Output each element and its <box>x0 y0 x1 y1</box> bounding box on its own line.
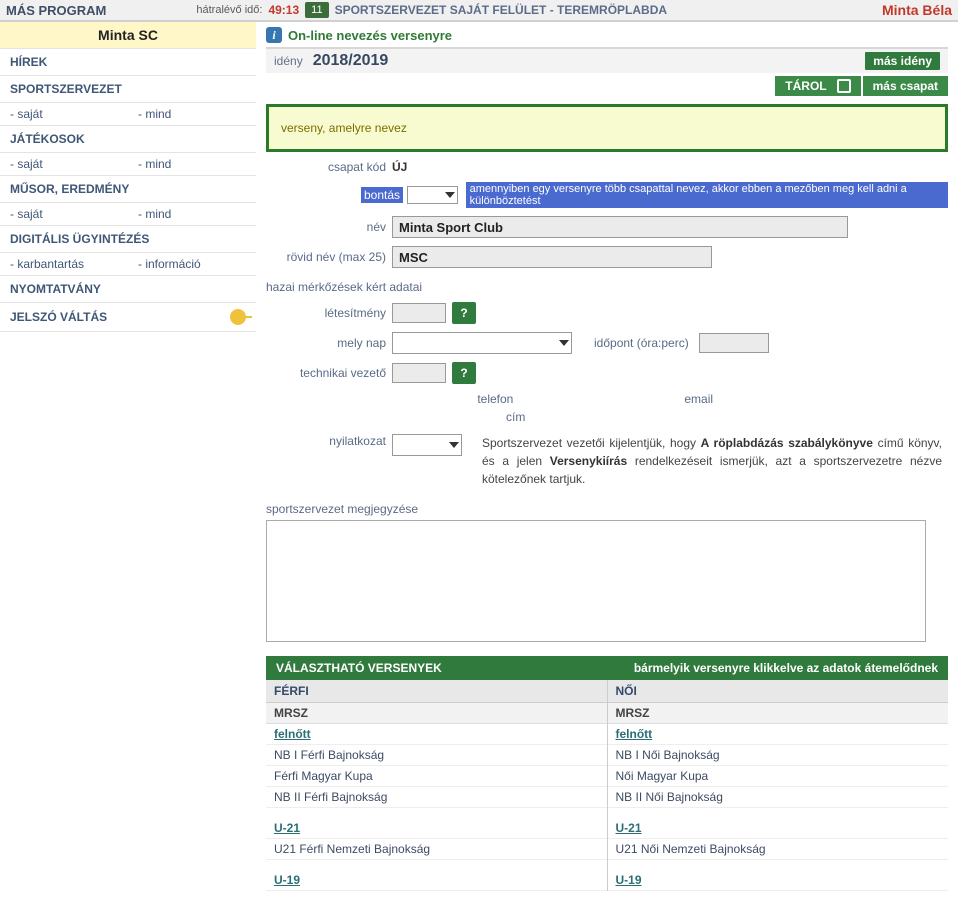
save-button[interactable]: TÁROL <box>775 76 860 96</box>
chevron-down-icon <box>445 192 455 198</box>
nav-players-all[interactable]: - mind <box>128 153 256 175</box>
nav-forms[interactable]: NYOMTATVÁNY <box>0 276 256 303</box>
info-icon: i <box>266 27 282 43</box>
male-adult-cat[interactable]: felnőtt <box>266 724 607 745</box>
more-season-button[interactable]: más idény <box>865 52 940 70</box>
female-org: MRSZ <box>608 703 949 724</box>
homematch-section: hazai mérkőzések kért adatai <box>266 280 948 294</box>
remain-time: 49:13 <box>268 3 299 17</box>
page-title: On-line nevezés versenyre <box>288 28 452 43</box>
competitions-hint: bármelyik versenyre klikkelve az adatok … <box>634 661 938 675</box>
nav-players[interactable]: JÁTÉKOSOK <box>0 126 256 153</box>
team-code-label: csapat kód <box>266 160 392 174</box>
tech-code-input[interactable] <box>392 363 446 383</box>
competitions-header: VÁLASZTHATÓ VERSENYEK bármelyik versenyr… <box>266 656 948 680</box>
female-comp[interactable]: NB II Női Bajnokság <box>608 787 949 808</box>
key-icon <box>230 309 246 325</box>
nav-digital-info[interactable]: - információ <box>128 253 256 275</box>
declare-text: Sportszervezet vezetői kijelentjük, hogy… <box>482 434 942 488</box>
nav-org-own[interactable]: - saját <box>0 103 128 125</box>
declare-select[interactable] <box>392 434 462 456</box>
nav-digital-maint[interactable]: - karbantartás <box>0 253 128 275</box>
female-u21-cat[interactable]: U-21 <box>608 818 949 839</box>
main-content: i On-line nevezés versenyre idény 2018/2… <box>256 22 958 911</box>
current-user[interactable]: Minta Béla <box>882 2 952 18</box>
phone-label: telefon <box>395 392 595 406</box>
breadcrumb: SPORTSZERVEZET SAJÁT FELÜLET - TEREMRÖPL… <box>335 3 667 17</box>
count-badge[interactable]: 11 <box>305 2 328 18</box>
chevron-down-icon <box>449 442 459 448</box>
facility-lookup-button[interactable]: ? <box>452 302 476 324</box>
shortname-input[interactable]: MSC <box>392 246 712 268</box>
split-label: bontás <box>361 187 403 203</box>
note-textarea[interactable] <box>266 520 926 642</box>
nav-org-all[interactable]: - mind <box>128 103 256 125</box>
male-u19-cat[interactable]: U-19 <box>266 870 607 891</box>
tech-lookup-button[interactable]: ? <box>452 362 476 384</box>
remain-label: hátralévő idő: <box>196 4 262 16</box>
nav-players-own[interactable]: - saját <box>0 153 128 175</box>
nav-schedule[interactable]: MŰSOR, EREDMÉNY <box>0 176 256 203</box>
nav-org[interactable]: SPORTSZERVEZET <box>0 76 256 103</box>
competition-field: verseny, amelyre nevez <box>266 104 948 152</box>
team-code-value: ÚJ <box>392 160 407 174</box>
female-comp[interactable]: NB I Női Bajnokság <box>608 745 949 766</box>
male-header: FÉRFI <box>266 680 607 703</box>
day-label: mely nap <box>266 336 392 350</box>
nav-schedule-own[interactable]: - saját <box>0 203 128 225</box>
top-bar: MÁS PROGRAM hátralévő idő: 49:13 11 SPOR… <box>0 0 958 22</box>
other-team-label: más csapat <box>873 79 938 93</box>
male-u21-cat[interactable]: U-21 <box>266 818 607 839</box>
declare-label: nyilatkozat <box>266 434 392 448</box>
name-label: név <box>266 220 392 234</box>
female-comp[interactable]: Női Magyar Kupa <box>608 766 949 787</box>
nav-digital[interactable]: DIGITÁLIS ÜGYINTÉZÉS <box>0 226 256 253</box>
nav-password-label: JELSZÓ VÁLTÁS <box>10 310 107 324</box>
female-u19-cat[interactable]: U-19 <box>608 870 949 891</box>
male-comp[interactable]: NB I Férfi Bajnokság <box>266 745 607 766</box>
day-select[interactable] <box>392 332 572 354</box>
sidebar: Minta SC HÍREK SPORTSZERVEZET - saját - … <box>0 22 256 911</box>
competitions-title: VÁLASZTHATÓ VERSENYEK <box>276 661 442 675</box>
nav-password[interactable]: JELSZÓ VÁLTÁS <box>0 303 256 332</box>
season-label: idény <box>274 54 303 68</box>
split-hint: amennyiben egy versenyre több csapattal … <box>466 182 948 208</box>
nav-news[interactable]: HÍREK <box>0 49 256 76</box>
competitions-female-col: NŐI MRSZ felnőtt NB I Női Bajnokság Női … <box>607 680 949 891</box>
male-comp[interactable]: Férfi Magyar Kupa <box>266 766 607 787</box>
facility-code-input[interactable] <box>392 303 446 323</box>
name-input[interactable]: Minta Sport Club <box>392 216 848 238</box>
male-org: MRSZ <box>266 703 607 724</box>
email-label: email <box>599 392 799 406</box>
facility-label: létesítmény <box>266 306 392 320</box>
competitions-male-col: FÉRFI MRSZ felnőtt NB I Férfi Bajnokság … <box>266 680 607 891</box>
time-input[interactable] <box>699 333 769 353</box>
org-name: Minta SC <box>0 22 256 49</box>
other-team-button[interactable]: más csapat <box>863 76 948 96</box>
note-label: sportszervezet megjegyzése <box>266 502 948 516</box>
time-label: időpont (óra:perc) <box>594 336 689 350</box>
male-comp[interactable]: U21 Férfi Nemzeti Bajnokság <box>266 839 607 860</box>
program-switch[interactable]: MÁS PROGRAM <box>6 3 106 18</box>
season-value: 2018/2019 <box>313 52 389 70</box>
female-adult-cat[interactable]: felnőtt <box>608 724 949 745</box>
address-label: cím <box>506 410 948 424</box>
female-comp[interactable]: U21 Női Nemzeti Bajnokság <box>608 839 949 860</box>
female-header: NŐI <box>608 680 949 703</box>
tech-label: technikai vezető <box>266 366 392 380</box>
split-select[interactable] <box>407 186 458 204</box>
nav-schedule-all[interactable]: - mind <box>128 203 256 225</box>
shortname-label: rövid név (max 25) <box>266 250 392 264</box>
male-comp[interactable]: NB II Férfi Bajnokság <box>266 787 607 808</box>
competition-placeholder: verseny, amelyre nevez <box>281 121 407 135</box>
save-label: TÁROL <box>785 79 826 93</box>
floppy-icon <box>837 79 851 93</box>
chevron-down-icon <box>559 340 569 346</box>
